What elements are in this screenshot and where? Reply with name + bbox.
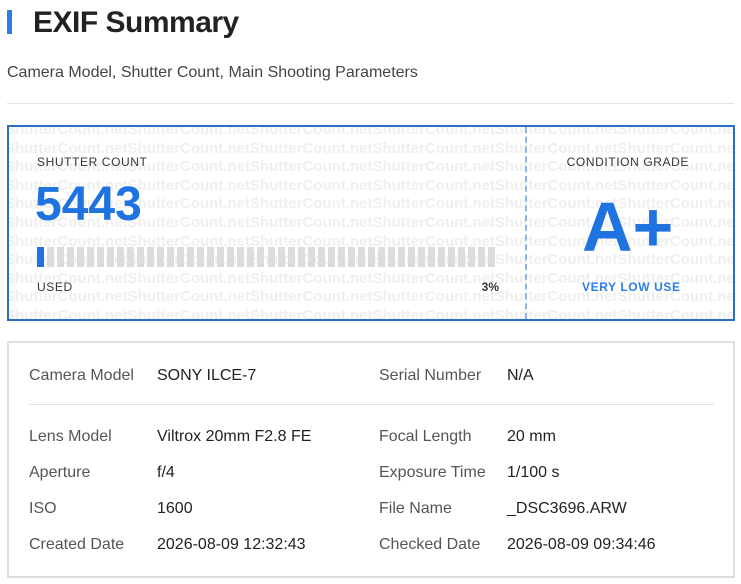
progress-segment-empty [337, 247, 345, 267]
page-header: EXIF Summary [0, 0, 741, 46]
progress-segment-empty [277, 247, 285, 267]
progress-segment-empty [397, 247, 405, 267]
iso-value: 1600 [157, 500, 193, 517]
header-divider [7, 103, 734, 104]
progress-segment-empty [437, 247, 445, 267]
progress-segment-empty [57, 247, 65, 267]
camera-model-value: SONY ILCE-7 [157, 367, 257, 384]
camera-model-label: Camera Model [29, 367, 134, 384]
aperture-value: f/4 [157, 464, 175, 481]
iso-label: ISO [29, 500, 57, 517]
progress-segment-empty [417, 247, 425, 267]
progress-segment-empty [267, 247, 275, 267]
progress-segment-empty [447, 247, 455, 267]
progress-segment-empty [217, 247, 225, 267]
progress-segment-empty [77, 247, 85, 267]
exif-details-panel: Camera Model SONY ILCE-7 Serial Number N… [7, 341, 735, 578]
shutter-count-card: ShutterCount.netShutterCount.netShutterC… [7, 125, 735, 321]
progress-segment-empty [457, 247, 465, 267]
progress-segment-empty [197, 247, 205, 267]
progress-segment-empty [127, 247, 135, 267]
created-date-value: 2026-08-09 12:32:43 [157, 536, 306, 553]
condition-grade-panel: CONDITION GRADE A+ VERY LOW USE [527, 127, 733, 319]
progress-segment-empty [167, 247, 175, 267]
details-divider [29, 404, 714, 405]
progress-segment-empty [87, 247, 95, 267]
serial-number-label: Serial Number [379, 367, 482, 384]
progress-segment-empty [377, 247, 385, 267]
progress-segment-empty [297, 247, 305, 267]
progress-segment-empty [177, 247, 185, 267]
created-date-label: Created Date [29, 536, 125, 553]
focal-length-label: Focal Length [379, 428, 472, 445]
progress-segment-empty [237, 247, 245, 267]
condition-grade-description: VERY LOW USE [582, 280, 681, 294]
progress-segment-filled [37, 247, 44, 267]
progress-segment-empty [407, 247, 415, 267]
progress-segment-empty [187, 247, 195, 267]
focal-length-value: 20 mm [507, 428, 556, 445]
checked-date-value: 2026-08-09 09:34:46 [507, 536, 656, 553]
progress-segment-empty [207, 247, 215, 267]
used-label: USED [37, 280, 73, 294]
exposure-time-label: Exposure Time [379, 464, 486, 481]
progress-segment-empty [257, 247, 265, 267]
progress-segment-empty [477, 247, 485, 267]
file-name-label: File Name [379, 500, 452, 517]
page-subtitle: Camera Model, Shutter Count, Main Shooti… [7, 64, 418, 81]
progress-segment-empty [247, 247, 255, 267]
progress-segment-empty [347, 247, 355, 267]
progress-segment-empty [317, 247, 325, 267]
progress-segment-empty [107, 247, 115, 267]
checked-date-label: Checked Date [379, 536, 481, 553]
progress-segment-empty [147, 247, 155, 267]
serial-number-value: N/A [507, 367, 534, 384]
condition-grade-value: A+ [582, 188, 674, 266]
shutter-count-panel: SHUTTER COUNT 5443 USED 3% [9, 127, 525, 319]
lens-model-value: Viltrox 20mm F2.8 FE [157, 428, 312, 445]
progress-segment-empty [67, 247, 75, 267]
progress-segment-empty [487, 247, 495, 267]
lens-model-label: Lens Model [29, 428, 112, 445]
shutter-count-value: 5443 [35, 178, 142, 231]
used-percent: 3% [481, 280, 499, 294]
page-title: EXIF Summary [33, 6, 239, 39]
progress-segment-empty [387, 247, 395, 267]
title-accent-bar [7, 10, 12, 34]
file-name-value: _DSC3696.ARW [507, 500, 627, 517]
progress-segment-empty [97, 247, 105, 267]
progress-segment-empty [467, 247, 475, 267]
progress-segment-empty [137, 247, 145, 267]
progress-segment-empty [287, 247, 295, 267]
progress-segment-empty [47, 247, 55, 267]
usage-progress-bar [37, 247, 498, 267]
progress-segment-empty [117, 247, 125, 267]
exposure-time-value: 1/100 s [507, 464, 560, 481]
progress-segment-empty [327, 247, 335, 267]
progress-segment-empty [357, 247, 365, 267]
condition-grade-label: CONDITION GRADE [566, 155, 689, 169]
progress-segment-empty [427, 247, 435, 267]
progress-segment-empty [157, 247, 165, 267]
progress-segment-empty [307, 247, 315, 267]
shutter-count-label: SHUTTER COUNT [37, 155, 148, 169]
progress-segment-empty [367, 247, 375, 267]
aperture-label: Aperture [29, 464, 91, 481]
progress-segment-empty [227, 247, 235, 267]
